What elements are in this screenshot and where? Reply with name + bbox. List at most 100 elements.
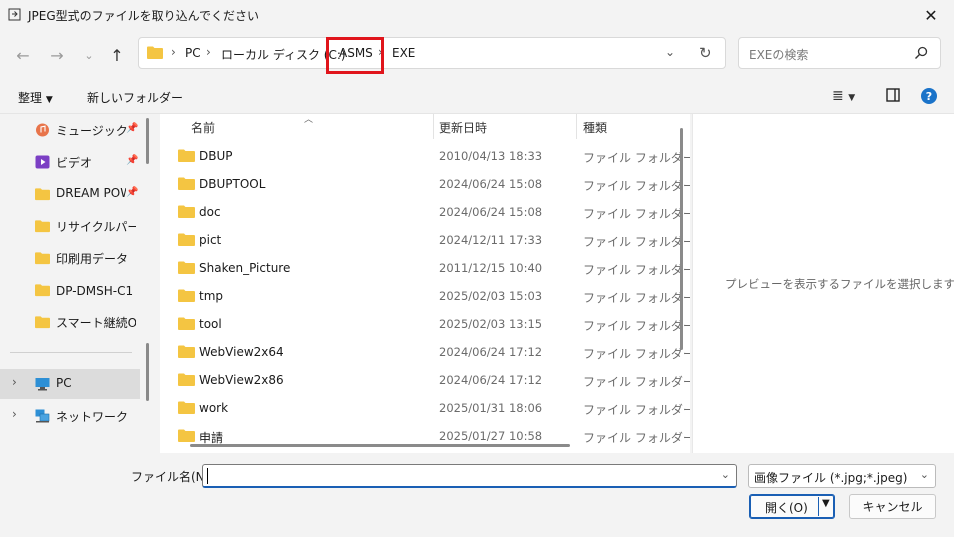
sidebar-scrollbar-thumb[interactable] (146, 118, 149, 164)
sidebar-item-label: ビデオ (56, 156, 93, 170)
search-placeholder: EXEの検索 (749, 48, 809, 62)
file-name: WebView2x86 (199, 373, 284, 387)
sidebar-item-video[interactable]: ビデオ 📌 (0, 147, 140, 177)
new-folder-button[interactable]: 新しいフォルダー (87, 89, 183, 106)
sidebar-item-recycle-parts[interactable]: リサイクルパーツ (0, 211, 140, 241)
breadcrumb-exe[interactable]: EXE (392, 46, 415, 60)
file-name: tmp (199, 289, 224, 303)
column-name[interactable]: 名前 (191, 119, 215, 136)
column-header: ︿ 名前 更新日時 種類 (160, 114, 690, 139)
file-name: work (199, 401, 229, 415)
filename-input[interactable]: ⌄ (202, 464, 737, 488)
chevron-right-icon[interactable]: › (12, 407, 17, 421)
back-button[interactable]: ← (10, 42, 36, 68)
organize-button[interactable]: 整理 ▼ (18, 89, 53, 106)
file-row[interactable]: WebView2x86 2024/06/24 17:12 ファイル フォルダー (160, 366, 690, 394)
open-label: 開く(O) (765, 501, 808, 515)
folder-icon (35, 316, 50, 329)
file-row[interactable]: tool 2025/02/03 13:15 ファイル フォルダー (160, 310, 690, 338)
address-dropdown-icon[interactable]: ⌄ (665, 45, 675, 59)
chevron-down-icon: ⌄ (84, 48, 94, 62)
folder-icon (178, 289, 195, 302)
file-type: ファイル フォルダー (583, 151, 690, 165)
sidebar-item-label: 印刷用データ (56, 252, 129, 266)
sidebar-scrollbar-thumb[interactable] (146, 343, 149, 401)
file-list-scrollbar-thumb[interactable] (680, 128, 683, 350)
file-row[interactable]: WebView2x64 2024/06/24 17:12 ファイル フォルダー (160, 338, 690, 366)
dialog-icon (8, 8, 21, 21)
file-name: tool (199, 317, 222, 331)
file-type: ファイル フォルダー (583, 235, 690, 249)
network-icon (35, 409, 50, 423)
file-list: ︿ 名前 更新日時 種類 DBUP 2010/04/13 18:33 ファイル フォ… (160, 114, 690, 453)
sidebar-item-smart-oss[interactable]: スマート継続OSS (0, 307, 140, 337)
sort-up-icon: ︿ (304, 115, 314, 125)
folder-icon (178, 233, 195, 246)
view-options-button[interactable]: ≣ ▼ (832, 88, 855, 104)
file-row[interactable]: pict 2024/12/11 17:33 ファイル フォルダー (160, 226, 690, 254)
sidebar-item-print-data[interactable]: 印刷用データ (0, 243, 140, 273)
dialog-footer: ファイル名(N): ⌄ 画像ファイル (*.jpg;*.jpeg) ⌄ 開く(O… (0, 455, 954, 537)
file-name: DBUPTOOL (199, 177, 266, 191)
preview-pane: プレビューを表示するファイルを選択します。 (692, 114, 954, 453)
music-icon (36, 123, 49, 137)
column-type[interactable]: 種類 (583, 119, 607, 136)
close-button[interactable]: ✕ (908, 0, 954, 30)
preview-pane-icon (886, 88, 900, 102)
sidebar-item-music[interactable]: ミュージック 📌 (0, 115, 140, 145)
file-row[interactable]: Shaken_Picture 2011/12/15 10:40 ファイル フォルダー (160, 254, 690, 282)
svg-text:?: ? (926, 90, 932, 103)
file-type: ファイル フォルダー (583, 291, 690, 305)
sidebar-item-dp-dmsh[interactable]: DP-DMSH-C1（ (0, 275, 140, 305)
text-caret (207, 468, 208, 484)
address-bar[interactable]: › PC › ローカル ディスク (C:) ASMS › EXE ⌄ ↻ (138, 37, 726, 69)
recent-locations-button[interactable]: ⌄ (76, 42, 102, 68)
file-type-select[interactable]: 画像ファイル (*.jpg;*.jpeg) ⌄ (748, 464, 936, 488)
sidebar-item-dream-pow[interactable]: DREAM POW 📌 (0, 179, 140, 209)
chevron-down-icon[interactable]: ⌄ (721, 468, 730, 481)
refresh-icon[interactable]: ↻ (699, 44, 712, 62)
file-date: 2011/12/15 10:40 (439, 261, 543, 275)
file-date: 2025/01/27 10:58 (439, 429, 543, 443)
column-date[interactable]: 更新日時 (439, 119, 487, 136)
file-date: 2010/04/13 18:33 (439, 149, 543, 163)
sidebar-item-pc[interactable]: › PC (0, 369, 140, 399)
file-date: 2025/02/03 15:03 (439, 289, 543, 303)
title-bar: JPEG型式のファイルを取り込んでください ✕ (0, 0, 954, 30)
folder-icon (178, 317, 195, 330)
help-button[interactable]: ? (921, 88, 937, 108)
column-divider[interactable] (433, 114, 434, 139)
file-row[interactable]: work 2025/01/31 18:06 ファイル フォルダー (160, 394, 690, 422)
pin-icon: 📌 (126, 123, 139, 134)
open-dropdown-icon[interactable]: ▼ (822, 498, 830, 509)
preview-pane-button[interactable] (886, 88, 900, 106)
folder-icon (178, 177, 195, 190)
chevron-down-icon: ⌄ (919, 468, 929, 481)
column-divider[interactable] (576, 114, 577, 139)
file-row[interactable]: tmp 2025/02/03 15:03 ファイル フォルダー (160, 282, 690, 310)
file-row[interactable]: doc 2024/06/24 15:08 ファイル フォルダー (160, 198, 690, 226)
file-row[interactable]: DBUPTOOL 2024/06/24 15:08 ファイル フォルダー (160, 170, 690, 198)
search-box[interactable]: EXEの検索 (738, 37, 941, 69)
folder-icon (178, 401, 195, 414)
folder-icon (178, 261, 195, 274)
cancel-button[interactable]: キャンセル (849, 494, 936, 519)
breadcrumb-pc[interactable]: PC (185, 46, 201, 60)
file-type: ファイル フォルダー (583, 431, 690, 445)
sidebar-item-network[interactable]: › ネットワーク (0, 401, 140, 431)
sidebar-item-label: DP-DMSH-C1（ (56, 284, 136, 298)
chevron-right-icon[interactable]: › (12, 375, 17, 389)
video-icon (35, 155, 50, 169)
open-button[interactable]: 開く(O) ▼ (749, 494, 835, 519)
up-button[interactable]: ↑ (104, 42, 130, 68)
file-row[interactable]: DBUP 2010/04/13 18:33 ファイル フォルダー (160, 142, 690, 170)
pin-icon: 📌 (126, 187, 139, 198)
breadcrumb-separator: › (206, 45, 211, 59)
arrow-up-icon: ↑ (110, 45, 124, 65)
file-list-hscrollbar-thumb[interactable] (190, 444, 570, 447)
forward-button[interactable]: → (44, 42, 70, 68)
breadcrumb-separator: › (171, 45, 176, 59)
folder-icon (35, 188, 50, 201)
file-date: 2024/12/11 17:33 (439, 233, 543, 247)
caret-down-icon: ▼ (45, 95, 53, 105)
